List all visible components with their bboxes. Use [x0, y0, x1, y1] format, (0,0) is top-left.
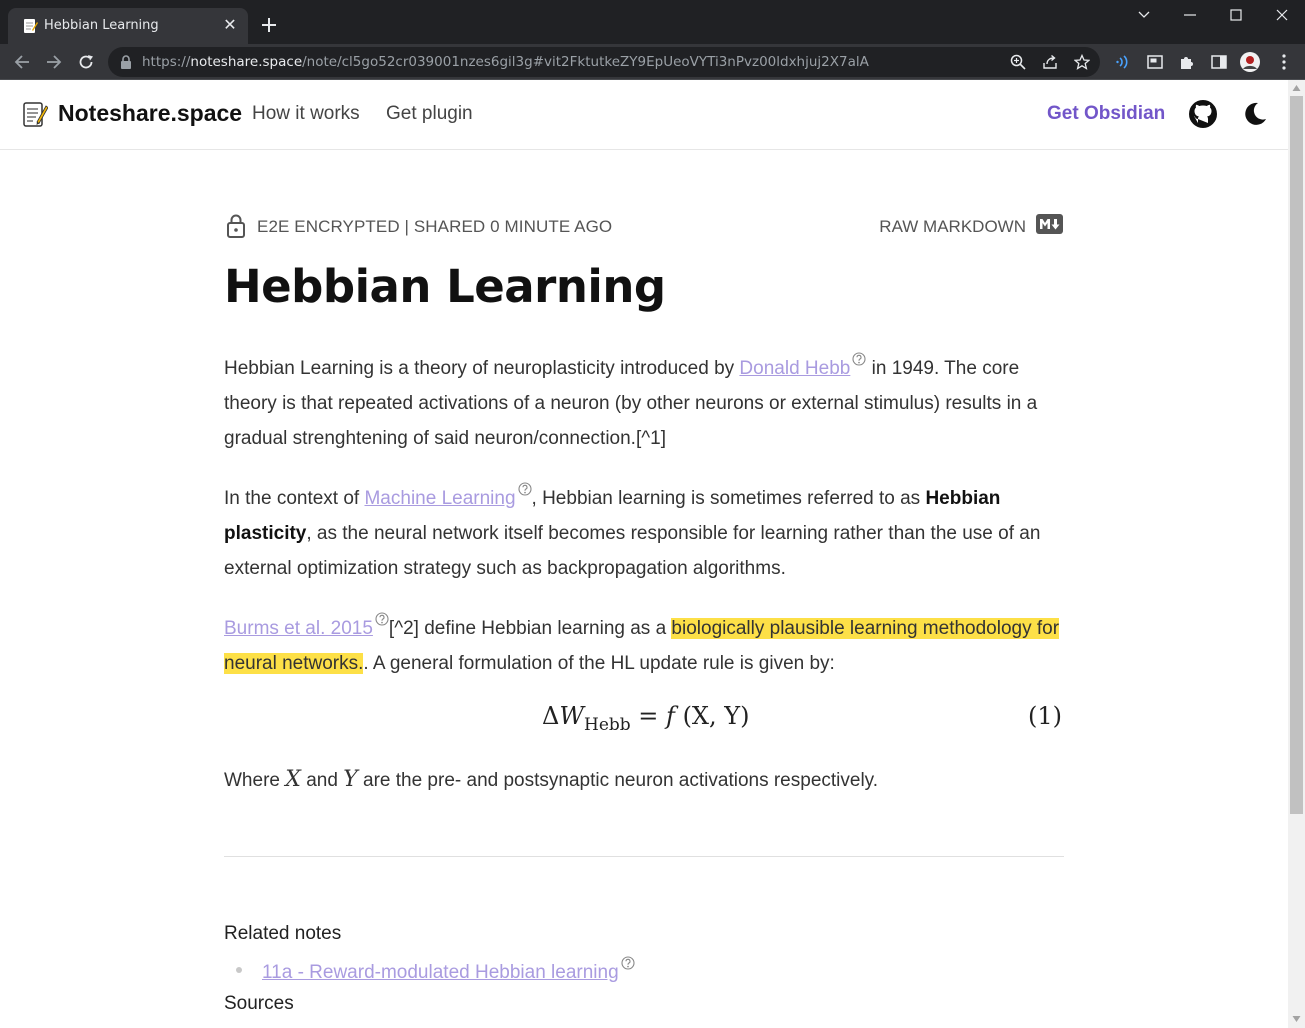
- link-related-note[interactable]: 11a - Reward-modulated Hebbian learning: [262, 962, 619, 983]
- link-machine-learning[interactable]: Machine Learning: [364, 488, 515, 509]
- help-circle-icon: [621, 956, 635, 970]
- memo-logo-icon: [23, 102, 48, 127]
- markdown-icon: [1036, 214, 1063, 234]
- site-header: Noteshare.space How it works Get plugin …: [0, 80, 1288, 150]
- paragraph-where: Where X and Y are the pre- and postsynap…: [224, 767, 879, 792]
- help-circle-icon: [375, 612, 389, 626]
- sources-heading: Sources: [224, 993, 294, 1014]
- minimize-icon[interactable]: [1167, 0, 1213, 30]
- zoom-icon[interactable]: [1008, 52, 1028, 72]
- equation-block: ΔWHebb = f (X, Y) (1): [224, 702, 1064, 738]
- profile-avatar[interactable]: [1240, 52, 1260, 72]
- tab-search-chevron-icon[interactable]: [1121, 0, 1167, 30]
- equation-formula: ΔWHebb = f (X, Y): [542, 702, 750, 735]
- help-circle-icon: [517, 482, 532, 496]
- section-divider: [224, 856, 1064, 857]
- tab-close-icon[interactable]: ✕: [220, 16, 240, 36]
- side-panel-icon[interactable]: [1209, 52, 1229, 72]
- dark-mode-moon-icon[interactable]: [1240, 100, 1268, 128]
- extension-waves-icon[interactable]: [1113, 52, 1133, 72]
- raw-markdown-button[interactable]: RAW MARKDOWN: [874, 214, 1064, 238]
- memo-favicon-icon: [24, 19, 38, 33]
- note-title: Hebbian Learning: [224, 260, 666, 313]
- bookmark-star-icon[interactable]: [1072, 52, 1092, 72]
- browser-toolbar: https://noteshare.space/note/cl5go52cr03…: [0, 44, 1305, 80]
- scroll-up-arrow-icon[interactable]: [1292, 84, 1301, 92]
- list-bullet: [236, 967, 242, 973]
- forward-arrow-icon[interactable]: [40, 48, 68, 76]
- tab-title: Hebbian Learning: [44, 18, 159, 33]
- link-burms-2015[interactable]: Burms et al. 2015: [224, 618, 373, 639]
- paragraph-ml-context: In the context of Machine Learning, Hebb…: [224, 481, 1064, 586]
- url-text: https://noteshare.space/note/cl5go52cr03…: [142, 54, 869, 70]
- reload-icon[interactable]: [72, 48, 100, 76]
- scrollbar-thumb[interactable]: [1290, 96, 1303, 814]
- brand-name[interactable]: Noteshare.space: [58, 100, 242, 127]
- close-window-icon[interactable]: [1259, 0, 1305, 30]
- browser-titlebar: Hebbian Learning ✕: [0, 0, 1305, 44]
- back-arrow-icon[interactable]: [8, 48, 36, 76]
- padlock-icon: [227, 214, 245, 238]
- related-note-item: 11a - Reward-modulated Hebbian learning: [236, 956, 635, 984]
- new-tab-plus-icon[interactable]: [258, 14, 280, 36]
- help-circle-icon: [852, 352, 866, 366]
- related-notes-heading: Related notes: [224, 923, 342, 944]
- github-icon[interactable]: [1189, 100, 1217, 128]
- get-obsidian-link[interactable]: Get Obsidian: [1047, 103, 1165, 125]
- paragraph-burms: Burms et al. 2015 [^2] define Hebbian lea…: [224, 611, 1064, 681]
- share-icon[interactable]: [1040, 52, 1060, 72]
- browser-menu-dots-icon[interactable]: [1274, 52, 1294, 72]
- nav-how-it-works[interactable]: How it works: [252, 103, 360, 125]
- note-meta-bar: E2E ENCRYPTED | SHARED 0 MINUTE AGO RAW …: [224, 214, 1064, 240]
- encryption-status: E2E ENCRYPTED | SHARED 0 MINUTE AGO: [257, 217, 613, 236]
- browser-tab[interactable]: Hebbian Learning ✕: [8, 8, 248, 44]
- equation-number: (1): [1028, 702, 1062, 730]
- link-donald-hebb[interactable]: Donald Hebb: [739, 358, 850, 379]
- address-bar[interactable]: https://noteshare.space/note/cl5go52cr03…: [108, 47, 1100, 77]
- picture-in-picture-icon[interactable]: [1145, 52, 1165, 72]
- raw-markdown-label: RAW MARKDOWN: [879, 217, 1026, 236]
- scroll-down-arrow-icon[interactable]: [1292, 1015, 1301, 1023]
- extensions-puzzle-icon[interactable]: [1177, 52, 1197, 72]
- lock-icon: [121, 55, 131, 69]
- paragraph-intro: Hebbian Learning is a theory of neuropla…: [224, 351, 1064, 456]
- nav-get-plugin[interactable]: Get plugin: [386, 103, 473, 125]
- maximize-icon[interactable]: [1213, 0, 1259, 30]
